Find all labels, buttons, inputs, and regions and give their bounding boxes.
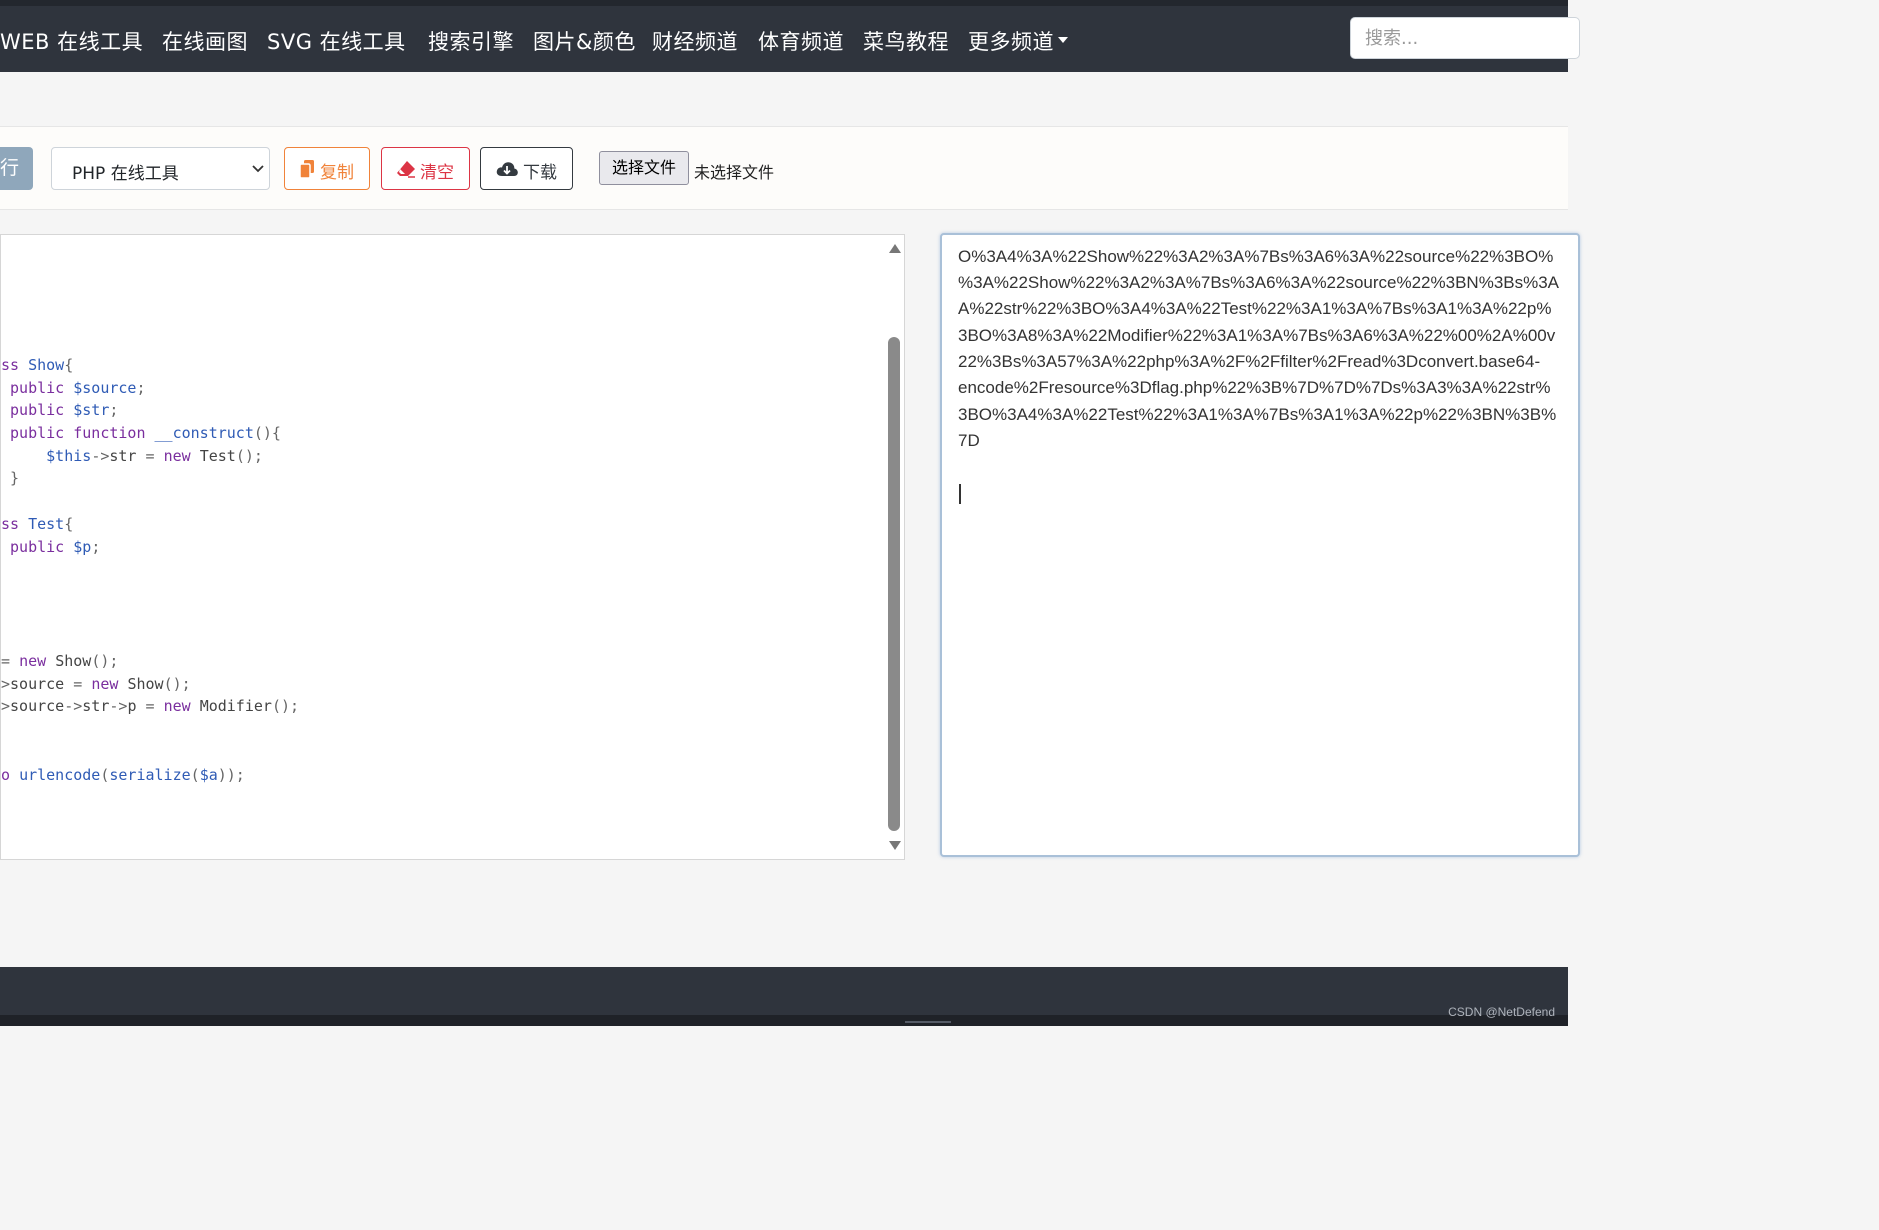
copy-icon: [300, 160, 314, 178]
clear-button-label: 清空: [420, 163, 454, 183]
editor-toolbar: 运行 PHP 在线工具 复制 清空 下载 选择文件 未选择文件: [0, 126, 1568, 210]
output-line: A%22str%22%3BO%3A4%3A%22Test%22%3A1%3A%7…: [958, 299, 1552, 318]
output-line: 22%3Bs%3A57%3A%22php%3A%2F%2Ffilter%2Fre…: [958, 352, 1541, 371]
nav-item-finance[interactable]: 财经频道: [652, 26, 738, 56]
nav-item-more-channels[interactable]: 更多频道: [968, 26, 1068, 56]
scroll-down-arrow-icon[interactable]: [889, 841, 901, 850]
strip-marker: [905, 1021, 951, 1023]
output-textarea[interactable]: O%3A4%3A%22Show%22%3A2%3A%7Bs%3A6%3A%22s…: [940, 233, 1580, 857]
run-button-label: 运行: [0, 157, 19, 179]
download-button-label: 下载: [523, 163, 557, 183]
code-line: o urlencode(serialize($a));: [1, 766, 245, 784]
nav-item-svg-tools[interactable]: SVG 在线工具: [267, 26, 406, 56]
more-channels-label: 更多频道: [968, 30, 1054, 54]
nav-item-images-colors[interactable]: 图片&颜色: [533, 26, 636, 56]
copy-button-label: 复制: [320, 163, 354, 183]
nav-item-sports[interactable]: 体育频道: [758, 26, 844, 56]
scroll-up-arrow-icon[interactable]: [889, 244, 901, 253]
code-editor[interactable]: ss Show{ public $source; public $str; pu…: [0, 234, 905, 860]
code-line: public $p;: [10, 538, 101, 556]
language-select[interactable]: PHP 在线工具: [51, 147, 270, 190]
code-line: >source->str->p = new Modifier();: [1, 697, 300, 715]
code-line: ss Test{: [1, 515, 74, 533]
output-line: 3BO%3A4%3A%22Test%22%3A1%3A%7Bs%3A1%3A%2…: [958, 405, 1557, 424]
watermark: CSDN @NetDefend: [1448, 1005, 1555, 1019]
code-line: = new Show();: [1, 652, 119, 670]
download-button[interactable]: 下载: [480, 147, 573, 190]
footer-bottom-strip: [0, 1015, 1568, 1026]
code-line: public $str;: [10, 401, 119, 419]
code-line: public $source;: [10, 379, 146, 397]
output-line: encode%2Fresource%3Dflag.php%22%3B%7D%7D…: [958, 378, 1551, 397]
cloud-download-icon: [496, 162, 518, 176]
nav-item-search-engines[interactable]: 搜索引擎: [428, 26, 514, 56]
output-line: 7D: [958, 431, 980, 450]
code-line: public function __construct(){: [10, 424, 281, 442]
nav-item-web-tools[interactable]: WEB 在线工具: [0, 26, 143, 56]
code-line: >source = new Show();: [1, 675, 191, 693]
top-nav: WEB 在线工具 在线画图 SVG 在线工具 搜索引擎 图片&颜色 财经频道 体…: [0, 0, 1580, 72]
text-cursor: [959, 484, 961, 504]
chevron-down-icon: [252, 165, 264, 173]
output-line: %3A%22Show%22%3A2%3A%7Bs%3A6%3A%22source…: [958, 273, 1560, 292]
output-line: O%3A4%3A%22Show%22%3A2%3A%7Bs%3A6%3A%22s…: [958, 247, 1554, 266]
file-status: 未选择文件: [694, 163, 775, 182]
eraser-icon: [397, 161, 415, 178]
choose-file-button[interactable]: 选择文件: [599, 151, 689, 185]
nav-item-runoob-tutorial[interactable]: 菜鸟教程: [863, 26, 949, 56]
copy-button[interactable]: 复制: [284, 147, 370, 190]
editor-scrollbar-thumb[interactable]: [888, 337, 900, 831]
code-line: $this->str = new Test();: [46, 447, 263, 465]
nav-item-drawing[interactable]: 在线画图: [162, 26, 248, 56]
output-line: 3BO%3A8%3A%22Modifier%22%3A1%3A%7Bs%3A6%…: [958, 326, 1556, 345]
search-input[interactable]: [1350, 17, 1580, 59]
code-line: ss Show{: [1, 356, 74, 374]
code-line: }: [10, 469, 20, 487]
caret-down-icon: [1058, 37, 1068, 43]
language-select-value: PHP 在线工具: [72, 164, 179, 184]
clear-button[interactable]: 清空: [381, 147, 470, 190]
run-button[interactable]: 运行: [0, 147, 33, 190]
